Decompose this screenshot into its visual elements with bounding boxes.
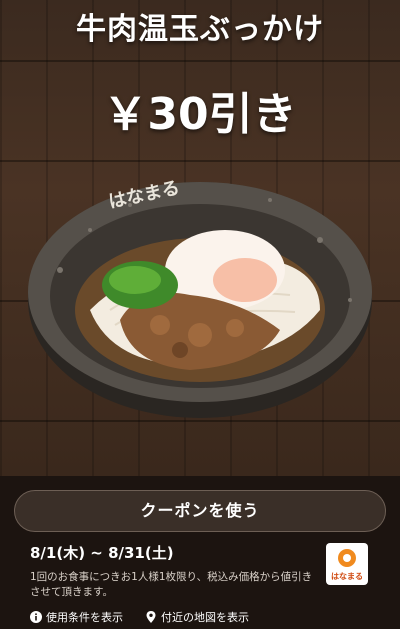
discount-label: ￥30引き (103, 89, 297, 140)
udon-bowl-image: はなまる (28, 177, 372, 418)
info-icon (30, 611, 42, 623)
show-nearby-map-link[interactable]: 付近の地図を表示 (145, 609, 249, 625)
coupon-title: 牛肉温玉ぶっかけ (76, 12, 324, 47)
brand-logo-icon: はなまる (326, 543, 368, 585)
hero-image: 牛肉温玉ぶっかけ ￥30引き はなまる (0, 0, 400, 476)
show-conditions-label: 使用条件を表示 (46, 611, 123, 624)
map-pin-icon (146, 611, 156, 623)
use-coupon-button[interactable]: クーポンを使う (14, 490, 386, 532)
show-conditions-link[interactable]: 使用条件を表示 (30, 609, 123, 625)
coupon-terms: 1回のお食事につきお1人様1枚限り、税込み価格から値引きさせて頂きます。 (30, 571, 313, 598)
svg-text:はなまる: はなまる (331, 572, 363, 581)
show-nearby-map-label: 付近の地図を表示 (161, 611, 249, 624)
valid-period: 8/1(木) ~ 8/31(土) (30, 544, 174, 562)
